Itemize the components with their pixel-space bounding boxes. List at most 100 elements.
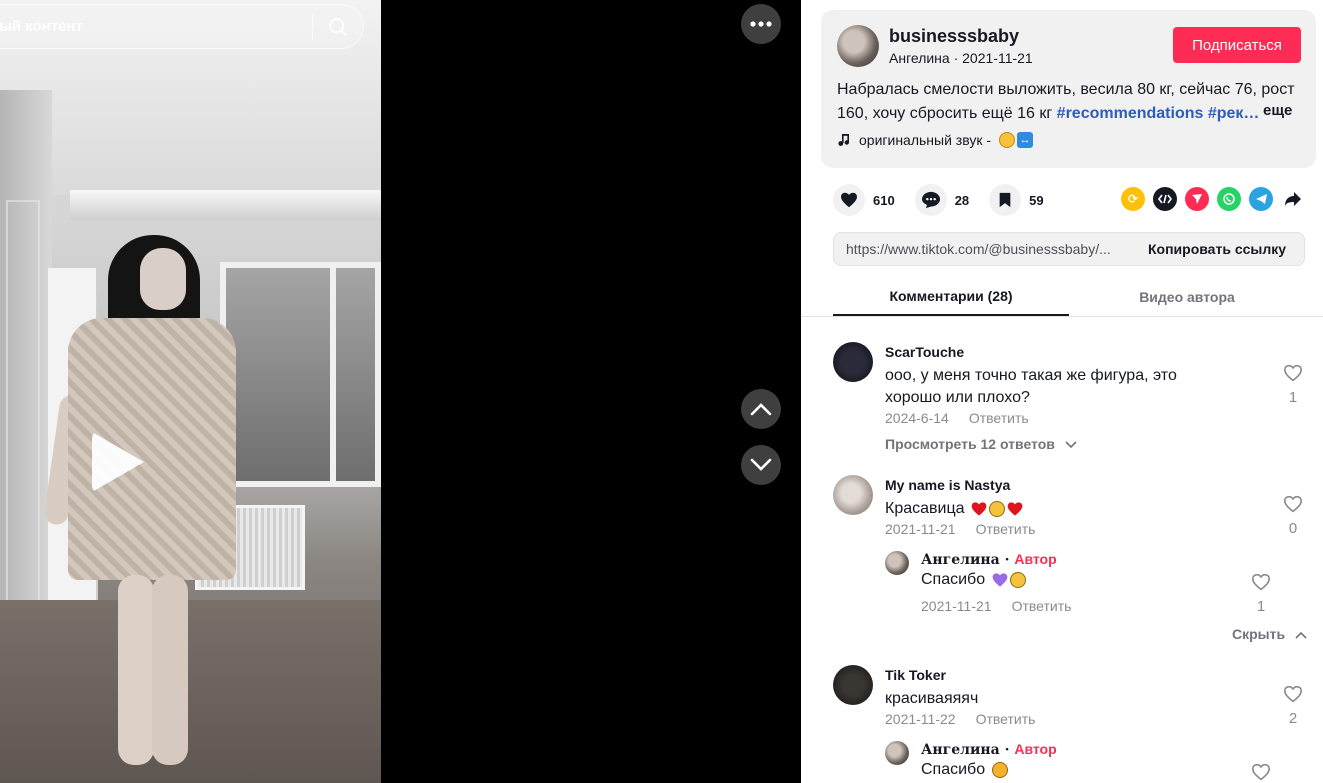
reply-button[interactable]: Ответить: [969, 410, 1029, 426]
chevron-up-icon: [1295, 631, 1307, 639]
red-heart-emoji-icon: [971, 502, 987, 516]
reply-item: Ангелина · Автор Спасибо: [885, 739, 1275, 783]
music-note-icon: [838, 134, 849, 146]
description-more-button[interactable]: еще: [1263, 102, 1292, 119]
description-hashtags[interactable]: #recommendations #рек…: [1057, 105, 1260, 122]
reply-text: Спасибо: [921, 571, 1026, 589]
comment-text-value: Красавица: [885, 500, 965, 517]
comment-count: 28: [954, 192, 970, 208]
face-emoji-icon: [988, 500, 1005, 517]
comment-like-button[interactable]: 0: [1281, 495, 1305, 537]
repost-icon[interactable]: ⟳: [1121, 187, 1145, 211]
red-heart-emoji-icon: [1007, 502, 1023, 516]
search-icon: [329, 17, 347, 36]
avatar[interactable]: [833, 475, 873, 515]
tab-author-videos[interactable]: Видео автора: [1069, 277, 1305, 316]
comment-username[interactable]: Tik Toker: [885, 667, 946, 683]
previous-video-button[interactable]: [741, 389, 781, 429]
avatar[interactable]: [833, 342, 873, 382]
next-video-button[interactable]: [741, 445, 781, 485]
heart-icon: [833, 184, 865, 216]
comment-like-button[interactable]: 2: [1281, 685, 1305, 727]
comment-text: красиваяяяч: [885, 690, 979, 707]
smiling-face-emoji-icon: [991, 761, 1008, 778]
heart-outline-icon: [1283, 495, 1303, 513]
details-panel: businesssbaby Ангелина · 2021-11-21 Подп…: [801, 0, 1323, 783]
more-options-button[interactable]: [741, 4, 781, 44]
sound-link[interactable]: оригинальный звук - ↔: [837, 132, 1034, 148]
reply-text-value: Спасибо: [921, 761, 986, 778]
comment-item: ScarTouche ооо, у меня точно такая же фи…: [833, 338, 1303, 458]
send-icon[interactable]: [1185, 187, 1209, 211]
play-icon[interactable]: [92, 432, 144, 492]
avatar[interactable]: [885, 551, 909, 575]
reply-button[interactable]: Ответить: [976, 521, 1036, 537]
chevron-down-icon: [750, 458, 772, 471]
like-count: 610: [873, 192, 895, 208]
video-info-card: businesssbaby Ангелина · 2021-11-21 Подп…: [821, 10, 1316, 168]
whatsapp-icon[interactable]: [1217, 187, 1241, 211]
avatar[interactable]: [885, 741, 909, 765]
save-button[interactable]: 59: [989, 184, 1044, 216]
author-username[interactable]: businesssbaby: [889, 26, 1019, 47]
hide-replies-button[interactable]: Скрыть: [1232, 626, 1307, 642]
reply-meta: 2021-11-21 Ответить: [921, 598, 1071, 614]
sound-emoji: ↔: [999, 132, 1034, 148]
reply-like-button[interactable]: 1: [1249, 573, 1273, 615]
search-button[interactable]: [313, 4, 363, 49]
telegram-icon[interactable]: [1249, 187, 1273, 211]
author-avatar[interactable]: [837, 25, 879, 67]
reply-like-button[interactable]: [1249, 763, 1273, 783]
comment-item: Tik Toker красиваяяяч 2021-11-22 Ответить…: [833, 661, 1303, 741]
heart-outline-icon: [1283, 364, 1303, 382]
like-button[interactable]: 610: [833, 184, 895, 216]
reply-text: Спасибо: [921, 761, 1008, 779]
follow-button[interactable]: Подписаться: [1173, 27, 1301, 63]
reply-username[interactable]: Ангелина · Автор: [921, 551, 1057, 568]
comment-text: ооо, у меня точно такая же фигура, это х…: [885, 367, 1177, 406]
tiktok-video-page: ый контент businesssbaby Ангелина · 2021…: [0, 0, 1323, 783]
reply-like-count: 1: [1256, 598, 1266, 615]
heart-outline-icon: [1251, 763, 1271, 781]
reply-user-label: Ангелина ·: [921, 742, 1015, 758]
view-replies-button[interactable]: Просмотреть 12 ответов: [885, 436, 1077, 452]
video-actions: 610 28 59: [833, 183, 1064, 217]
heart-outline-icon: [1283, 685, 1303, 703]
share-options: ⟳: [1121, 187, 1305, 211]
comment-meta: 2024-6-14 Ответить: [885, 410, 1029, 426]
avatar[interactable]: [833, 665, 873, 705]
comment-like-button[interactable]: 1: [1281, 364, 1305, 406]
reply-button[interactable]: Ответить: [1012, 598, 1072, 614]
reply-username[interactable]: Ангелина · Автор: [921, 741, 1057, 758]
comment-text: Красавица: [885, 498, 1235, 520]
comment-button[interactable]: 28: [914, 184, 970, 216]
copy-link-button[interactable]: Копировать ссылку: [1148, 241, 1286, 257]
view-replies-label: Просмотреть 12 ответов: [885, 436, 1055, 452]
comment-meta: 2021-11-21 Ответить: [885, 521, 1035, 537]
more-icon: [750, 21, 772, 27]
bookmark-icon: [989, 184, 1022, 216]
video-description: Набралась смелости выложить, весила 80 к…: [837, 78, 1299, 126]
comment-username[interactable]: ScarTouche: [885, 344, 964, 360]
tab-comments[interactable]: Комментарии (28): [833, 277, 1069, 316]
save-count: 59: [1029, 192, 1044, 208]
comment-date: 2021-11-22: [885, 711, 956, 727]
video-pane[interactable]: ый контент: [0, 0, 801, 783]
face-emoji-icon: [1009, 571, 1026, 588]
comment-like-count: 2: [1288, 710, 1298, 727]
video-player[interactable]: ый контент: [0, 0, 381, 783]
comment-date: 2024-6-14: [885, 410, 949, 426]
search-input[interactable]: ый контент: [0, 18, 312, 35]
comment-username[interactable]: My name is Nastya: [885, 477, 1010, 493]
share-url[interactable]: https://www.tiktok.com/@businesssbaby/..…: [834, 241, 1132, 257]
search-bar[interactable]: ый контент: [0, 4, 364, 49]
share-link-box: https://www.tiktok.com/@businesssbaby/..…: [833, 232, 1305, 266]
reply-user-label: Ангелина ·: [921, 552, 1015, 568]
sound-label: оригинальный звук -: [859, 132, 992, 148]
comment-date: 2021-11-21: [885, 521, 956, 537]
share-arrow-icon[interactable]: [1281, 187, 1305, 211]
embed-icon[interactable]: [1153, 187, 1177, 211]
author-badge: Автор: [1014, 551, 1057, 567]
reply-button[interactable]: Ответить: [976, 711, 1036, 727]
reply-date: 2021-11-21: [921, 598, 992, 614]
